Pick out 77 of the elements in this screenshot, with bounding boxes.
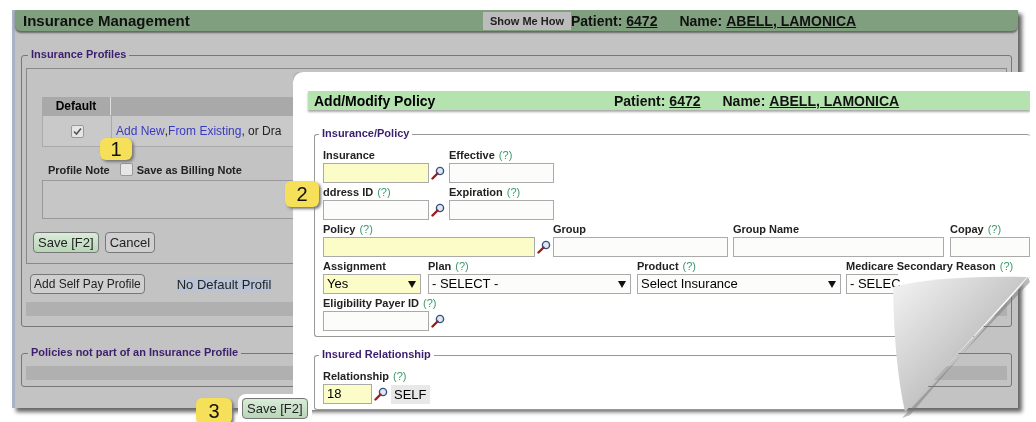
patient-link[interactable]: 6472 xyxy=(669,92,701,109)
help-link[interactable]: (?) xyxy=(455,259,469,272)
text: , xyxy=(164,124,169,138)
help-link[interactable]: (?) xyxy=(498,148,513,161)
help-link[interactable]: (?) xyxy=(423,296,437,309)
search-icon[interactable] xyxy=(431,314,445,328)
field-label: Profile Note xyxy=(48,163,110,176)
name-label: Name: xyxy=(722,92,766,109)
search-icon[interactable] xyxy=(431,166,445,180)
dropdown[interactable]: Select Insurance xyxy=(637,274,841,294)
input-field[interactable] xyxy=(553,237,728,257)
callout-badge: 2 xyxy=(285,181,319,207)
input-field[interactable] xyxy=(323,311,429,331)
button[interactable]: Save [F2] xyxy=(33,232,99,253)
section-legend: Policies not part of an Insurance Profile xyxy=(28,346,242,358)
help-link[interactable]: (?) xyxy=(377,185,391,198)
checkbox[interactable] xyxy=(70,124,84,138)
name-label: Name: xyxy=(679,12,723,29)
search-icon[interactable] xyxy=(374,387,388,401)
field-label: Medicare Secondary Reason xyxy=(846,259,996,272)
help-link[interactable]: (?) xyxy=(987,222,1002,235)
help-button[interactable]: Show Me How xyxy=(483,11,571,30)
caret-icon xyxy=(618,280,626,288)
name-link[interactable]: ABELL, LAMONICA xyxy=(769,92,900,109)
dropdown[interactable]: Yes xyxy=(323,274,421,294)
help-link[interactable]: (?) xyxy=(682,259,696,272)
checkbox-label: Save as Billing Note xyxy=(136,163,242,176)
help-link[interactable]: (?) xyxy=(506,185,521,198)
input-field[interactable] xyxy=(950,237,1030,257)
field-label: Expiration xyxy=(449,185,503,198)
help-link[interactable]: (?) xyxy=(393,369,407,382)
input-field[interactable] xyxy=(733,237,944,257)
status-text: No Default Profil xyxy=(176,276,272,292)
add-self-pay-button[interactable]: Add Self Pay Profile xyxy=(30,274,145,294)
name-link[interactable]: ABELL, LAMONICA xyxy=(726,12,857,29)
field-label: Group xyxy=(553,222,586,235)
caret-icon xyxy=(408,280,416,288)
dialog-title: Add/Modify Policy xyxy=(314,92,437,109)
dropdown[interactable]: - SELECT - xyxy=(428,274,631,294)
window-title: Insurance Management xyxy=(23,12,191,29)
checkbox[interactable] xyxy=(119,163,133,176)
field-label: Policy xyxy=(323,222,356,235)
dropdown[interactable]: - SELEC xyxy=(846,274,898,294)
patient-label: Patient: xyxy=(614,92,666,109)
section-legend: Insurance/Policy xyxy=(319,127,413,139)
input-field[interactable] xyxy=(449,200,554,220)
input-field[interactable]: 18 xyxy=(323,384,372,404)
help-link[interactable]: (?) xyxy=(359,222,373,235)
field-label: Eligibility Payer ID xyxy=(323,296,419,309)
field-label: Copay xyxy=(950,222,984,235)
patient-link[interactable]: 6472 xyxy=(626,12,658,29)
link[interactable]: Add New xyxy=(116,124,165,138)
field-label: Insurance xyxy=(323,148,375,161)
input-field[interactable] xyxy=(449,163,554,183)
field-label: Group Name xyxy=(733,222,799,235)
description-text: SELF xyxy=(391,384,430,404)
input-field[interactable] xyxy=(323,163,429,183)
section-legend: Insured Relationship xyxy=(319,348,434,360)
field-label: Plan xyxy=(428,259,452,272)
field-label: Assignment xyxy=(323,259,386,272)
patient-label: Patient: xyxy=(570,12,623,29)
search-icon[interactable] xyxy=(537,240,551,254)
field-label: Relationship xyxy=(323,369,389,382)
field-label: Product xyxy=(637,259,679,272)
input-field[interactable] xyxy=(323,200,429,220)
caret-icon xyxy=(828,280,836,288)
column-header: Default xyxy=(42,97,111,115)
section-legend: Insurance Profiles xyxy=(28,48,130,60)
input-field[interactable] xyxy=(323,237,535,257)
callout-badge: 3 xyxy=(196,398,232,422)
search-icon[interactable] xyxy=(431,203,445,217)
help-link[interactable]: (?) xyxy=(999,259,1014,272)
callout-badge: 1 xyxy=(100,138,132,160)
field-label: Effective xyxy=(449,148,495,161)
button[interactable]: Cancel xyxy=(104,232,156,253)
field-label: ddress ID xyxy=(323,185,374,198)
text: , or Dra xyxy=(241,124,282,138)
